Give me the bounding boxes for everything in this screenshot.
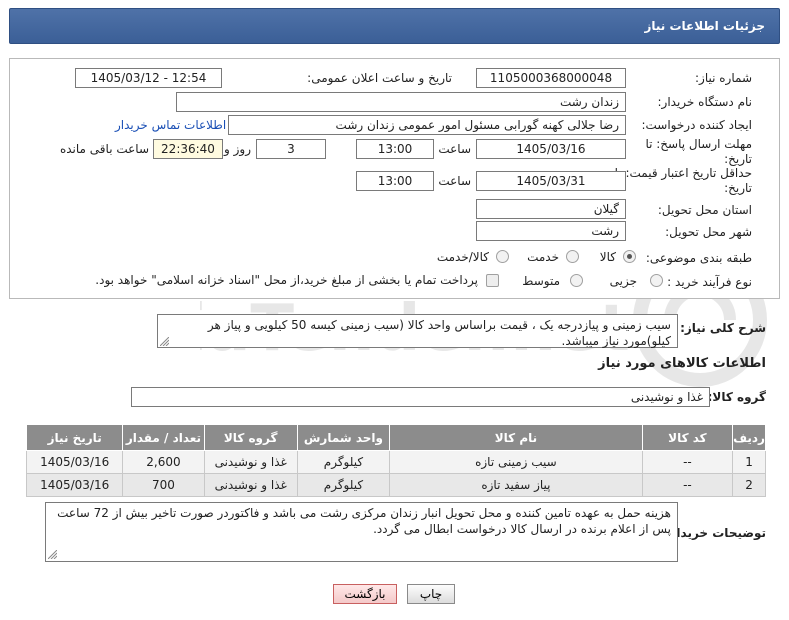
cell-quantity: 700 xyxy=(122,473,205,497)
requester-field: رضا جلالی کهنه گورابی مسئول امور عمومی ز… xyxy=(228,115,626,135)
city-field: رشت xyxy=(476,221,626,241)
time-remaining-field: 22:36:40 xyxy=(153,139,223,159)
days-label: روز و xyxy=(224,142,251,156)
col-goods-group: گروه کالا xyxy=(203,424,298,451)
need-summary-label: شرح کلی نیاز: xyxy=(680,321,766,335)
buyer-notes-text: هزینه حمل به عهده تامین کننده و محل تحوی… xyxy=(57,506,671,536)
goods-group-field: غذا و نوشیدنی xyxy=(131,387,710,407)
table-row: 1 -- سیب زمینی تازه کیلوگرم غذا و نوشیدن… xyxy=(25,450,766,474)
category-label: طبقه بندی موضوعی: xyxy=(645,251,752,265)
buyer-org-field: زندان رشت xyxy=(176,92,626,112)
cell-quantity: 2,600 xyxy=(122,450,205,474)
category-option-goods: کالا xyxy=(599,250,616,264)
cell-row-number: 1 xyxy=(732,450,766,474)
print-button[interactable]: چاپ xyxy=(407,584,455,604)
cell-unit: کیلوگرم xyxy=(296,473,391,497)
buyer-notes-label: توضیحات خریدار: xyxy=(664,526,766,540)
need-number-field: 1105000368000048 xyxy=(476,68,626,88)
col-item-code: کد کالا xyxy=(641,424,734,451)
process-option-medium: متوسط xyxy=(522,274,560,288)
need-summary-box: سیب زمینی و پیازدرجه یک ، قیمت براساس وا… xyxy=(157,314,678,348)
treasury-note: پرداخت تمام یا بخشی از مبلغ خرید،از محل … xyxy=(95,273,478,287)
category-option-goods-service: کالا/خدمت xyxy=(436,250,489,264)
reply-date-field: 1405/03/16 xyxy=(476,139,626,159)
back-button[interactable]: بازگشت xyxy=(333,584,397,604)
announce-datetime-field: 1405/03/12 - 12:54 xyxy=(75,68,222,88)
cell-item-name: سیب زمینی تازه xyxy=(389,450,643,474)
category-option-service: خدمت xyxy=(527,250,559,264)
process-radio-medium[interactable] xyxy=(570,274,583,287)
resize-grip-icon[interactable] xyxy=(160,337,169,346)
announce-datetime-label: تاریخ و ساعت اعلان عمومی: xyxy=(307,71,452,85)
col-item-name: نام کالا xyxy=(389,424,643,451)
goods-group-label: گروه کالا: xyxy=(707,390,766,404)
goods-table-header: ردیف کد کالا نام کالا واحد شمارش گروه کا… xyxy=(25,424,766,451)
cell-need-date: 1405/03/16 xyxy=(25,473,124,497)
category-radio-goods[interactable] xyxy=(623,250,636,263)
validity-time-field: 13:00 xyxy=(356,171,434,191)
need-summary-text: سیب زمینی و پیازدرجه یک ، قیمت براساس وا… xyxy=(207,318,671,348)
reply-time-label: ساعت xyxy=(438,142,471,156)
goods-table: ردیف کد کالا نام کالا واحد شمارش گروه کا… xyxy=(25,424,766,497)
treasury-checkbox[interactable] xyxy=(486,274,499,287)
cell-goods-group: غذا و نوشیدنی xyxy=(203,450,298,474)
resize-grip-icon[interactable] xyxy=(48,550,57,559)
days-remaining-field: 3 xyxy=(256,139,326,159)
process-radio-minor[interactable] xyxy=(650,274,663,287)
requester-label: ایجاد کننده درخواست: xyxy=(641,118,752,132)
cell-item-name: پیاز سفید تازه xyxy=(389,473,643,497)
validity-date-field: 1405/03/31 xyxy=(476,171,626,191)
province-field: گیلان xyxy=(476,199,626,219)
city-label: شهر محل تحویل: xyxy=(665,225,752,239)
category-radio-service[interactable] xyxy=(566,250,579,263)
province-label: استان محل تحویل: xyxy=(657,203,752,217)
table-row: 2 -- پیاز سفید تازه کیلوگرم غذا و نوشیدن… xyxy=(25,473,766,497)
page-header: جزئیات اطلاعات نیاز xyxy=(9,8,780,44)
buyer-notes-box: هزینه حمل به عهده تامین کننده و محل تحوی… xyxy=(45,502,678,562)
validity-time-label: ساعت xyxy=(438,174,471,188)
need-number-label: شماره نیاز: xyxy=(695,71,752,85)
time-remaining-label: ساعت باقی مانده xyxy=(59,142,149,156)
col-unit: واحد شمارش xyxy=(296,424,391,451)
purchase-process-label: نوع فرآیند خرید : xyxy=(667,275,752,289)
col-quantity: تعداد / مقدار xyxy=(122,424,205,451)
cell-item-code: -- xyxy=(641,473,734,497)
col-row-number: ردیف xyxy=(732,424,766,451)
buyer-org-label: نام دستگاه خریدار: xyxy=(657,95,753,109)
cell-goods-group: غذا و نوشیدنی xyxy=(203,473,298,497)
buyer-contact-link[interactable]: اطلاعات تماس خریدار xyxy=(115,118,226,132)
category-radio-goods-service[interactable] xyxy=(496,250,509,263)
page-title: جزئیات اطلاعات نیاز xyxy=(644,19,765,33)
reply-time-field: 13:00 xyxy=(356,139,434,159)
cell-item-code: -- xyxy=(641,450,734,474)
cell-need-date: 1405/03/16 xyxy=(25,450,124,474)
cell-row-number: 2 xyxy=(732,473,766,497)
price-validity-label: حداقل تاریخ اعتبار قیمت: تا تاریخ: xyxy=(614,166,752,195)
cell-unit: کیلوگرم xyxy=(296,450,391,474)
col-need-date: تاریخ نیاز xyxy=(25,424,124,451)
reply-deadline-label: مهلت ارسال پاسخ: تا تاریخ: xyxy=(645,137,752,166)
goods-section-title: اطلاعات کالاهای مورد نیاز xyxy=(598,356,766,371)
process-option-minor: جزیی xyxy=(609,274,637,288)
